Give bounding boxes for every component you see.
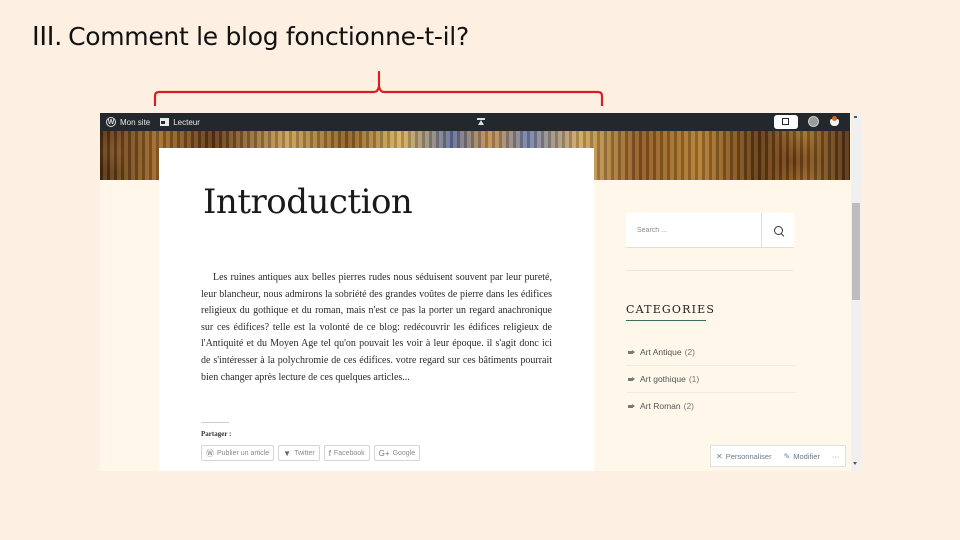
notifications-icon[interactable]: [829, 116, 840, 127]
edit-button[interactable]: Modifier: [793, 452, 820, 461]
search-icon: [773, 225, 783, 235]
share-google-button[interactable]: G+ Google: [373, 445, 421, 461]
wordpress-icon: W: [106, 117, 116, 127]
reader-label: Lecteur: [173, 117, 200, 127]
share-twitter-button[interactable]: ▼ Twitter: [278, 445, 320, 461]
folder-arrow-icon: [628, 376, 635, 381]
scroll-up-arrow-icon[interactable]: [854, 116, 857, 118]
slide-title: III. Comment le blog fonctionne-t-il?: [32, 22, 469, 52]
categories-list: Art Antique (2) Art gothique (1) Art Rom…: [626, 339, 796, 419]
sidebar-divider: [626, 270, 793, 271]
wp-admin-bar: W Mon site Lecteur: [100, 113, 850, 131]
tools-icon: ✕: [716, 451, 723, 461]
category-count: (1): [688, 374, 700, 384]
search-button[interactable]: [761, 213, 794, 247]
share-label: Partager :: [201, 430, 232, 438]
category-item[interactable]: Art Antique (2): [626, 339, 796, 366]
category-item[interactable]: Art Roman (2): [626, 393, 796, 419]
vertical-scrollbar[interactable]: [851, 113, 861, 471]
facebook-icon: f: [328, 448, 331, 458]
search-input[interactable]: [626, 213, 761, 247]
my-site-link[interactable]: W Mon site: [106, 117, 150, 127]
search-widget: [626, 213, 794, 248]
slide-title-text: Comment le blog fonctionne-t-il?: [68, 22, 469, 51]
category-name[interactable]: Art Roman: [640, 401, 681, 411]
reader-link[interactable]: Lecteur: [160, 118, 200, 127]
share-divider: [201, 422, 229, 423]
folder-arrow-icon: [628, 403, 635, 408]
reader-icon: [160, 118, 170, 126]
scrollbar-thumb[interactable]: [852, 203, 860, 300]
category-count: (2): [683, 401, 695, 411]
category-name[interactable]: Art Antique: [640, 347, 682, 357]
category-item[interactable]: Art gothique (1): [626, 366, 796, 393]
pencil-icon: ✎: [783, 451, 791, 461]
scroll-down-arrow-icon[interactable]: [853, 462, 857, 465]
folder-arrow-icon: [628, 349, 635, 354]
google-icon: G+: [378, 448, 390, 458]
slide-section-numeral: III.: [32, 22, 63, 52]
post-body: Les ruines antiques aux belles pierres r…: [201, 272, 552, 383]
my-site-label: Mon site: [120, 117, 151, 127]
twitter-icon: ▼: [283, 448, 292, 458]
share-twitter-label: Twitter: [294, 449, 315, 457]
blog-screenshot: W Mon site Lecteur Introduction Les ruin…: [100, 113, 861, 471]
collapse-icon[interactable]: [477, 118, 485, 125]
customize-button[interactable]: Personnaliser: [726, 452, 772, 461]
write-post-button[interactable]: [774, 115, 798, 129]
share-wordpress-label: Publier un article: [217, 449, 270, 457]
category-count: (2): [684, 347, 695, 357]
share-google-label: Google: [392, 449, 416, 457]
avatar-icon[interactable]: [808, 116, 819, 127]
categories-underline: [626, 320, 706, 321]
category-name[interactable]: Art gothique: [640, 374, 686, 384]
share-buttons: Ⓦ Publier un article ▼ Twitter f Faceboo…: [201, 445, 421, 461]
post-title: Introduction: [203, 182, 413, 222]
more-button[interactable]: ···: [832, 452, 840, 461]
customize-toolbar: ✕ Personnaliser ✎ Modifier ···: [710, 445, 846, 467]
share-wordpress-button[interactable]: Ⓦ Publier un article: [201, 445, 275, 461]
wordpress-icon: Ⓦ: [206, 448, 214, 458]
curly-brace-annotation: [153, 70, 604, 106]
post-card: Introduction Les ruines antiques aux bel…: [159, 148, 594, 471]
categories-heading: CATEGORIES: [626, 303, 716, 316]
share-facebook-label: Facebook: [333, 449, 365, 457]
share-facebook-button[interactable]: f Facebook: [323, 445, 370, 461]
